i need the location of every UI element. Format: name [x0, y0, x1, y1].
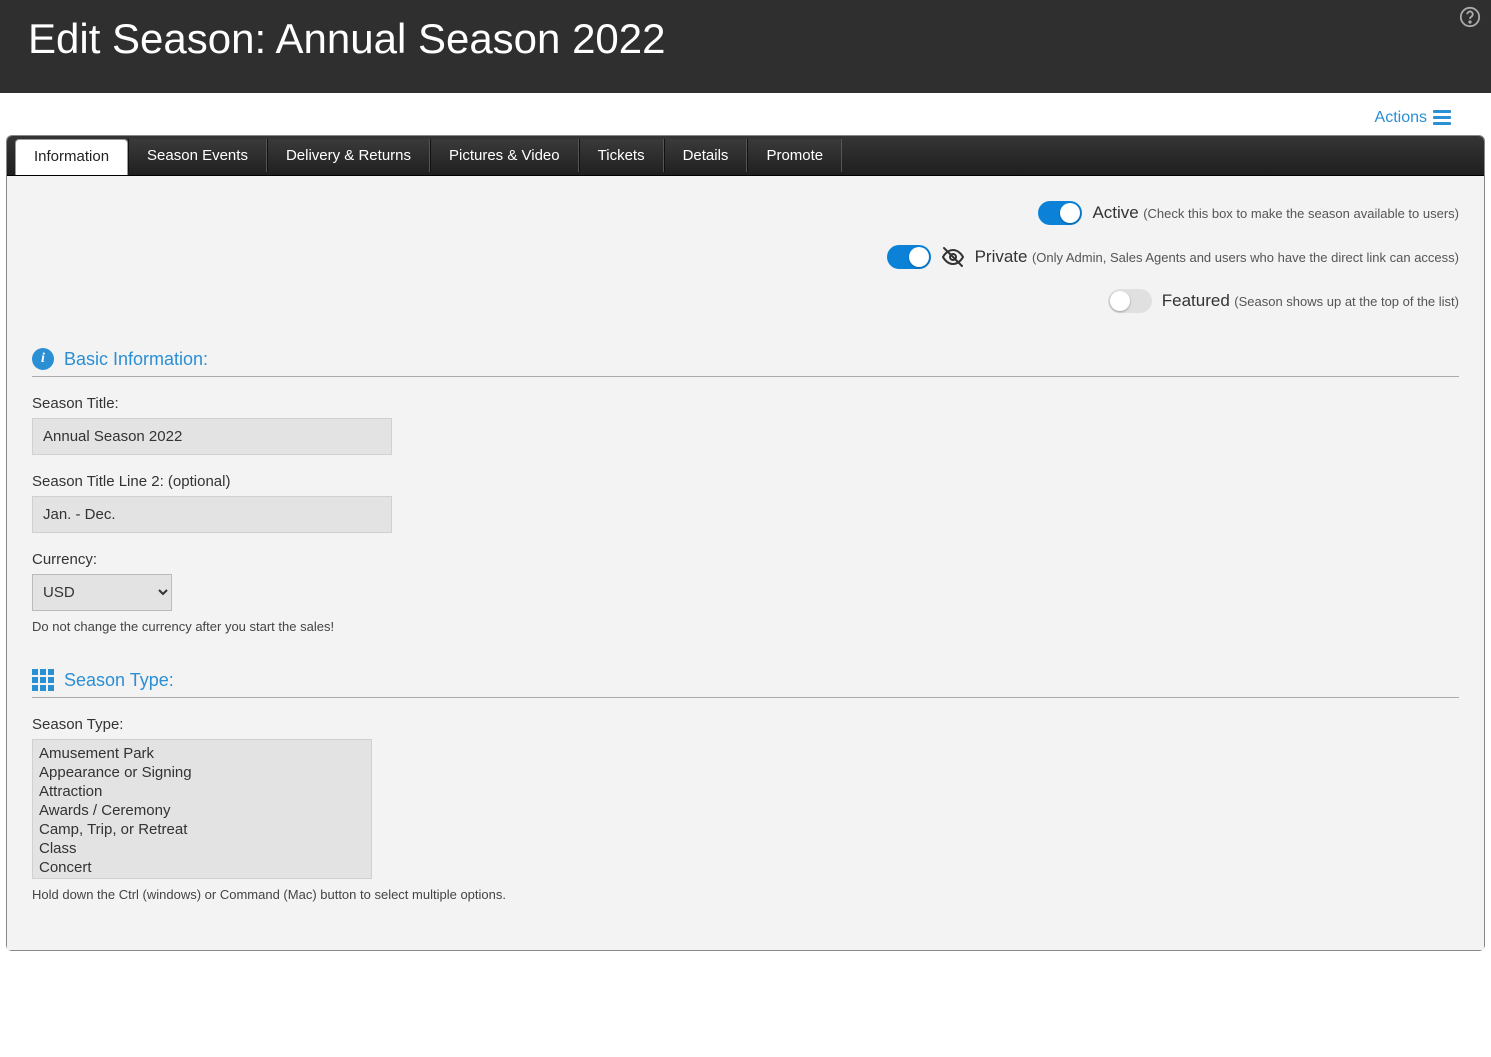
season-type-multiselect[interactable]: Amusement Park Appearance or Signing Att…: [32, 739, 372, 879]
eye-slash-icon: [941, 245, 965, 269]
currency-select[interactable]: USD: [32, 574, 172, 611]
season-type-option[interactable]: Amusement Park: [39, 744, 365, 763]
tab-bar: Information Season Events Delivery & Ret…: [7, 136, 1484, 176]
season-type-option[interactable]: Class: [39, 839, 365, 858]
toggle-private[interactable]: [887, 245, 931, 269]
toggle-active[interactable]: [1038, 201, 1082, 225]
tab-season-events[interactable]: Season Events: [128, 139, 267, 172]
field-season-title-2: Season Title Line 2: (optional): [32, 473, 1459, 533]
season-type-option[interactable]: Awards / Ceremony: [39, 801, 365, 820]
season-type-option[interactable]: Camp, Trip, or Retreat: [39, 820, 365, 839]
toggle-featured-label: Featured (Season shows up at the top of …: [1162, 291, 1459, 311]
toggle-active-row: Active (Check this box to make the seaso…: [32, 201, 1459, 225]
field-season-type: Season Type: Amusement Park Appearance o…: [32, 716, 1459, 902]
hamburger-icon: [1433, 111, 1451, 125]
season-type-option[interactable]: Conference: [39, 877, 365, 879]
season-title-label: Season Title:: [32, 395, 1459, 412]
tab-information[interactable]: Information: [15, 139, 128, 175]
help-icon[interactable]: [1459, 6, 1481, 34]
actions-menu-button[interactable]: Actions: [1375, 109, 1451, 127]
season-title-2-label: Season Title Line 2: (optional): [32, 473, 1459, 490]
info-icon: i: [32, 348, 54, 370]
page-header: Edit Season: Annual Season 2022: [0, 0, 1491, 93]
season-type-option[interactable]: Appearance or Signing: [39, 763, 365, 782]
tab-pictures-video[interactable]: Pictures & Video: [430, 139, 579, 172]
tab-content: Active (Check this box to make the seaso…: [7, 176, 1484, 950]
actions-bar: Actions: [0, 93, 1491, 135]
field-season-title: Season Title:: [32, 395, 1459, 455]
section-type-title: Season Type:: [64, 670, 174, 691]
toggle-featured[interactable]: [1108, 289, 1152, 313]
tab-promote[interactable]: Promote: [747, 139, 842, 172]
section-basic-header: i Basic Information:: [32, 348, 1459, 377]
section-type-header: Season Type:: [32, 669, 1459, 698]
toggle-private-label: Private (Only Admin, Sales Agents and us…: [975, 247, 1459, 267]
tab-delivery-returns[interactable]: Delivery & Returns: [267, 139, 430, 172]
season-title-input[interactable]: [32, 418, 392, 455]
page-title: Edit Season: Annual Season 2022: [28, 15, 1463, 63]
field-currency: Currency: USD Do not change the currency…: [32, 551, 1459, 634]
toggle-active-label: Active (Check this box to make the seaso…: [1092, 203, 1459, 223]
actions-label: Actions: [1375, 109, 1427, 127]
main-panel: Information Season Events Delivery & Ret…: [6, 135, 1485, 951]
season-type-option[interactable]: Attraction: [39, 782, 365, 801]
section-basic-title: Basic Information:: [64, 349, 208, 370]
season-type-hint: Hold down the Ctrl (windows) or Command …: [32, 887, 1459, 902]
season-type-option[interactable]: Concert: [39, 858, 365, 877]
season-type-label: Season Type:: [32, 716, 1459, 733]
tab-tickets[interactable]: Tickets: [579, 139, 664, 172]
grid-icon: [32, 669, 54, 691]
season-title-2-input[interactable]: [32, 496, 392, 533]
toggle-private-row: Private (Only Admin, Sales Agents and us…: [32, 245, 1459, 269]
currency-warning: Do not change the currency after you sta…: [32, 619, 1459, 634]
currency-label: Currency:: [32, 551, 1459, 568]
toggle-featured-row: Featured (Season shows up at the top of …: [32, 289, 1459, 313]
tab-details[interactable]: Details: [664, 139, 748, 172]
